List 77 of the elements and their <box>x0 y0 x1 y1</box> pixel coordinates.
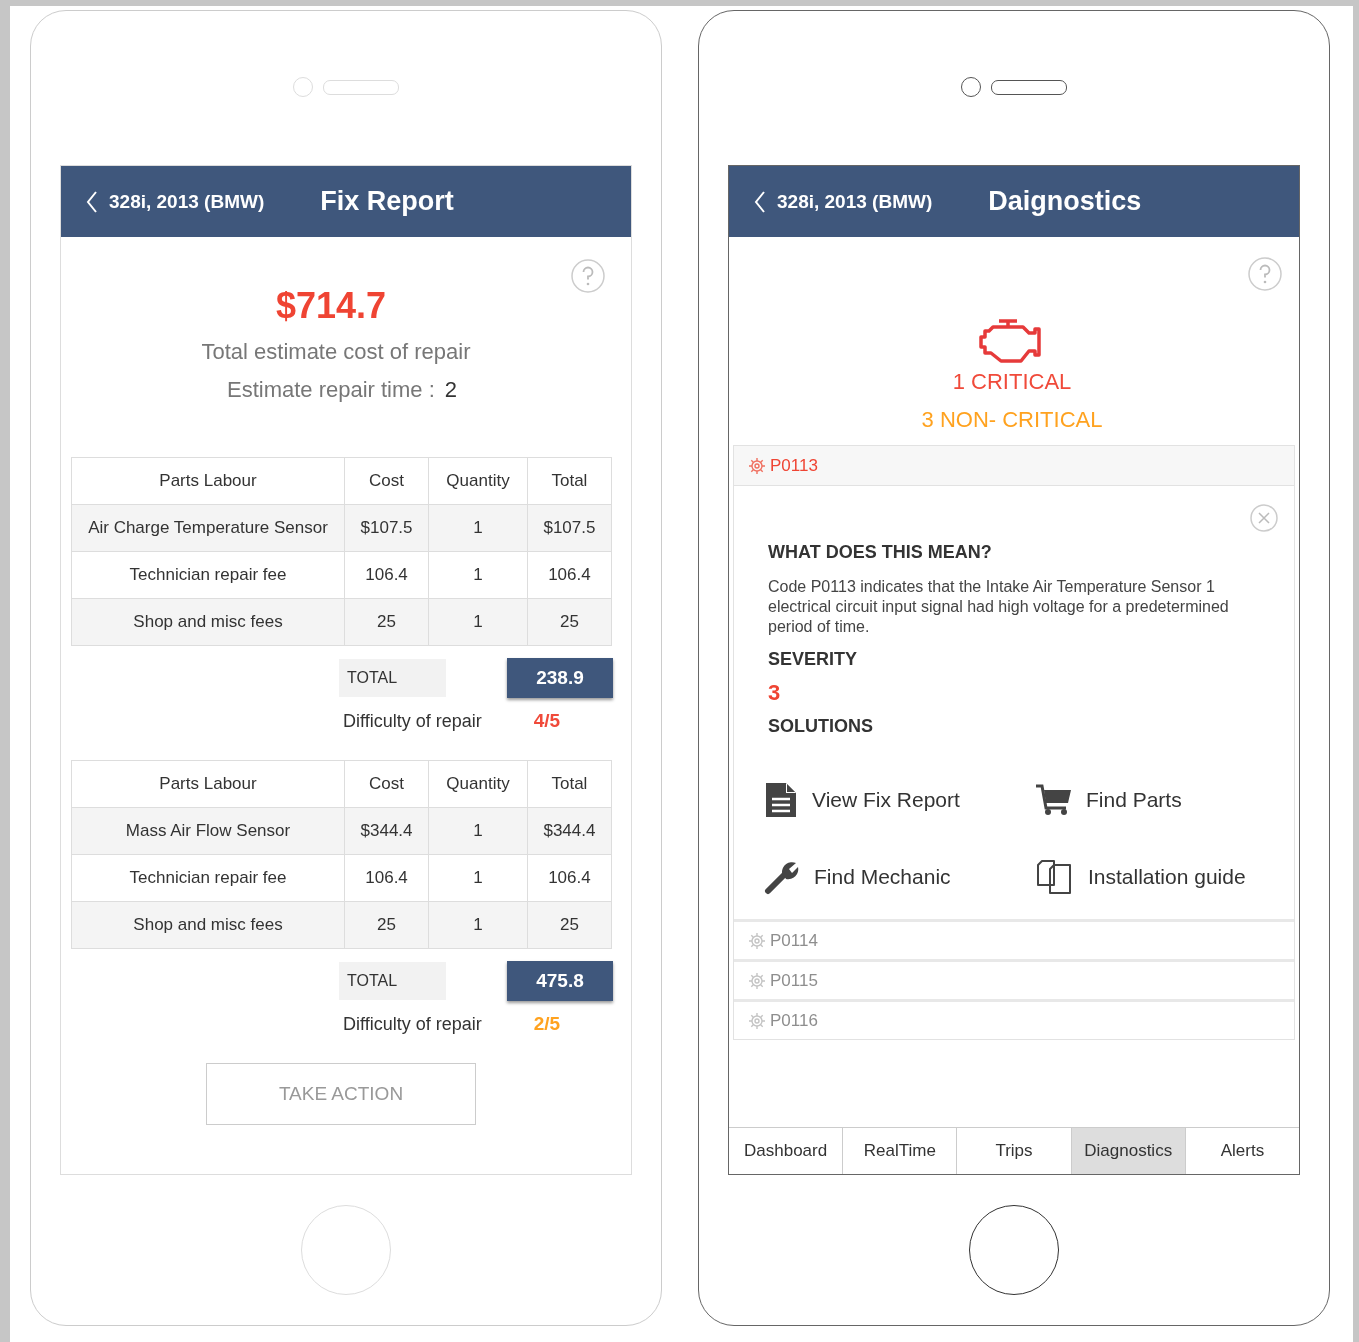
table-cell: $344.4 <box>527 807 612 855</box>
total-label: TOTAL <box>339 962 446 1000</box>
speaker-icon <box>991 79 1067 95</box>
column-header: Cost <box>344 457 429 505</box>
chevron-left-icon <box>753 189 767 214</box>
gear-icon <box>748 971 766 990</box>
difficulty-label: Difficulty of repair <box>343 1013 482 1035</box>
table-cell: 106.4 <box>344 551 429 599</box>
solution-link[interactable]: Find Mechanic <box>764 859 1036 895</box>
column-header: Quantity <box>428 760 528 808</box>
copy-icon <box>1036 859 1074 895</box>
table-cell: 1 <box>428 807 528 855</box>
table-cell: $107.5 <box>344 504 429 552</box>
back-button[interactable]: 328i, 2013 (BMW) <box>85 189 265 214</box>
cart-icon <box>1036 784 1072 816</box>
difficulty-value: 4/5 <box>533 710 561 732</box>
table-cell: 1 <box>428 598 528 646</box>
help-icon[interactable] <box>571 259 605 293</box>
screen-title: Daignostics <box>988 186 1142 217</box>
column-header: Parts Labour <box>71 760 345 808</box>
solution-link[interactable]: View Fix Report <box>764 781 1036 819</box>
total-value: 238.9 <box>507 658 613 698</box>
difficulty-label: Difficulty of repair <box>343 710 482 732</box>
code-row[interactable]: P0113 <box>734 446 1294 486</box>
total-cost-label: Total estimate cost of repair <box>200 339 472 365</box>
table-cell: 106.4 <box>527 551 612 599</box>
repair-time-value: 2 <box>444 377 458 403</box>
table-cell: 1 <box>428 504 528 552</box>
section-title: WHAT DOES THIS MEAN? <box>768 542 993 563</box>
table-cell: 1 <box>428 854 528 902</box>
close-icon[interactable] <box>1250 504 1278 532</box>
column-header: Total <box>527 760 612 808</box>
speaker-icon <box>323 79 399 95</box>
table-cell: $344.4 <box>344 807 429 855</box>
table-cell: 1 <box>428 901 528 949</box>
table-cell: 1 <box>428 551 528 599</box>
table-cell: 25 <box>344 598 429 646</box>
column-header: Quantity <box>428 457 528 505</box>
total-value: 475.8 <box>507 961 613 1001</box>
table-cell: 25 <box>527 598 612 646</box>
table-cell: 25 <box>527 901 612 949</box>
code-description: Code P0113 indicates that the Intake Air Temperature Sensor 1 electrical circuit input signal had high voltage for a predetermined period of time. <box>768 577 1230 637</box>
section-title: SEVERITY <box>768 649 859 670</box>
issue-count: 1 CRITICAL <box>951 369 1073 395</box>
wrench-icon <box>764 859 800 895</box>
gear-icon <box>748 456 766 475</box>
severity-value: 3 <box>768 680 782 706</box>
table-cell: Mass Air Flow Sensor <box>71 807 345 855</box>
back-button[interactable]: 328i, 2013 (BMW) <box>753 189 933 214</box>
gear-icon <box>748 931 766 950</box>
table-cell: Air Charge Temperature Sensor <box>71 504 345 552</box>
solution-link[interactable]: Find Parts <box>1036 781 1264 819</box>
column-header: Cost <box>344 760 429 808</box>
total-label: TOTAL <box>339 659 446 697</box>
gear-icon <box>748 1011 766 1030</box>
chevron-left-icon <box>85 189 99 214</box>
table-cell: 25 <box>344 901 429 949</box>
issue-count: 3 NON- CRITICAL <box>920 407 1104 433</box>
table-cell: Shop and misc fees <box>71 901 345 949</box>
table-cell: $107.5 <box>527 504 612 552</box>
solution-link[interactable]: Installation guide <box>1036 859 1264 895</box>
table-cell: Shop and misc fees <box>71 598 345 646</box>
nav-tab[interactable]: Diagnostics <box>1070 1128 1185 1174</box>
table-cell: Technician repair fee <box>71 551 345 599</box>
document-icon <box>764 781 798 819</box>
column-header: Total <box>527 457 612 505</box>
total-cost: $714.7 <box>274 285 388 327</box>
difficulty-value: 2/5 <box>533 1013 561 1035</box>
table-cell: 106.4 <box>344 854 429 902</box>
repair-time-label: Estimate repair time : <box>226 377 435 403</box>
help-icon[interactable] <box>1248 257 1282 291</box>
section-title: SOLUTIONS <box>768 716 874 737</box>
table-cell: Technician repair fee <box>71 854 345 902</box>
table-cell: 106.4 <box>527 854 612 902</box>
column-header: Parts Labour <box>71 457 345 505</box>
screen-title: Fix Report <box>320 186 454 217</box>
engine-icon <box>979 319 1041 363</box>
